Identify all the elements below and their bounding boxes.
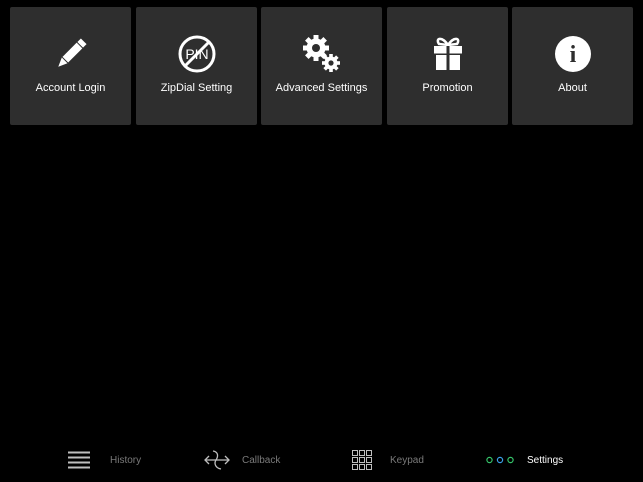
info-glyph: i [569, 42, 576, 68]
tab-label: Keypad [390, 454, 424, 466]
tile-advanced-settings[interactable]: Advanced Settings [261, 7, 382, 125]
tile-promotion[interactable]: Promotion [387, 7, 508, 125]
tile-label: About [558, 82, 587, 94]
tile-label: Advanced Settings [275, 82, 368, 94]
tab-label: Settings [527, 454, 564, 466]
tab-history[interactable]: History [68, 438, 141, 482]
list-icon [68, 451, 90, 469]
pencil-icon [10, 33, 131, 75]
tab-bar: History Callback Keypad Settings [0, 438, 643, 482]
tile-label: Account Login [35, 82, 106, 94]
tile-account-login[interactable]: Account Login [10, 7, 131, 125]
tile-label: ZipDial Setting [160, 82, 233, 94]
tile-label: Promotion [422, 82, 473, 94]
callback-arrows-icon [204, 449, 230, 471]
tab-callback[interactable]: Callback [204, 438, 280, 482]
tile-about[interactable]: i About [512, 7, 633, 125]
settings-grid: Account Login PIN ZipDial Setting [0, 0, 643, 130]
tab-keypad[interactable]: Keypad [352, 438, 424, 482]
tab-label: History [110, 454, 142, 466]
tab-settings[interactable]: Settings [486, 438, 563, 482]
info-icon: i [512, 33, 633, 75]
gears-icon [261, 33, 382, 75]
tab-label: Callback [242, 454, 281, 466]
tile-zipdial-setting[interactable]: PIN ZipDial Setting [136, 7, 257, 125]
keypad-grid-icon [352, 450, 372, 470]
dots-icon [486, 456, 514, 464]
no-pin-icon: PIN [136, 33, 257, 75]
gift-icon [387, 33, 508, 75]
